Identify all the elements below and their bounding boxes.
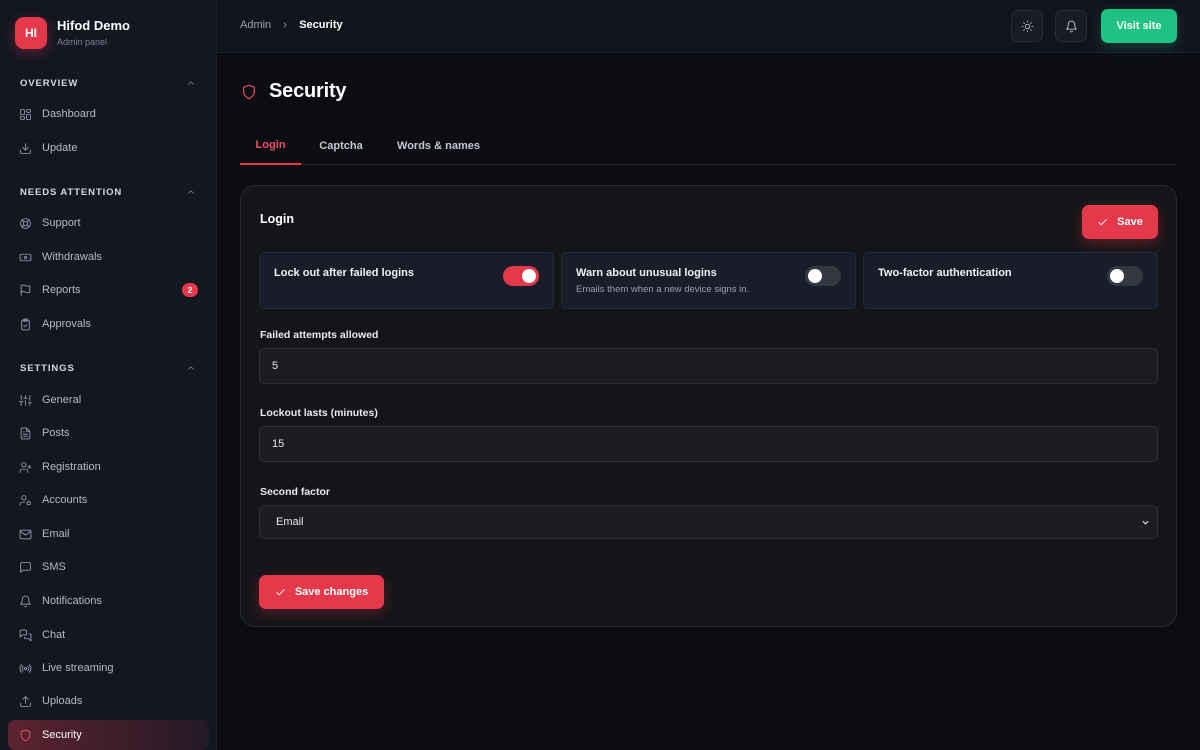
toggle-title: Two-factor authentication <box>878 267 1012 279</box>
tab-bar: Login Captcha Words & names <box>240 126 1177 165</box>
login-settings-card: Login Save Lock out after failed logins … <box>240 185 1177 627</box>
brand-name: Hifod Demo <box>57 18 130 33</box>
flag-icon <box>19 284 32 297</box>
sliders-icon <box>19 394 32 407</box>
save-changes-button[interactable]: Save changes <box>259 575 384 609</box>
sidebar-item-reports[interactable]: Reports 2 <box>8 275 209 305</box>
page-title: Security <box>241 80 347 103</box>
radio-icon <box>19 662 32 675</box>
user-cog-icon <box>19 494 32 507</box>
lockout-toggle-switch[interactable] <box>503 266 539 286</box>
brand[interactable]: HI Hifod Demo Admin panel <box>15 16 130 50</box>
messages-icon <box>19 629 32 642</box>
toggle-title: Warn about unusual logins <box>576 267 717 279</box>
brand-logo: HI <box>15 17 47 49</box>
message-square-icon <box>19 561 32 574</box>
second-factor-select[interactable]: Email <box>259 505 1158 539</box>
brand-subtitle: Admin panel <box>57 37 108 47</box>
section-header-overview[interactable]: OVERVIEW <box>20 76 196 90</box>
save-button[interactable]: Save <box>1082 205 1158 239</box>
lockout-duration-input[interactable] <box>259 426 1158 462</box>
user-plus-icon <box>19 461 32 474</box>
bell-icon <box>1065 20 1078 33</box>
sidebar-item-email[interactable]: Email <box>8 519 209 549</box>
download-icon <box>19 142 32 155</box>
sidebar: HI Hifod Demo Admin panel OVERVIEW Dashb… <box>0 0 217 750</box>
check-icon <box>275 587 286 598</box>
section-header-settings[interactable]: SETTINGS <box>20 361 196 375</box>
file-text-icon <box>19 427 32 440</box>
sidebar-item-support[interactable]: Support <box>8 208 209 238</box>
sidebar-item-chat[interactable]: Chat <box>8 620 209 650</box>
sidebar-item-sms[interactable]: SMS <box>8 552 209 582</box>
sidebar-item-registration[interactable]: Registration <box>8 452 209 482</box>
upload-icon <box>19 695 32 708</box>
reports-count-badge: 2 <box>182 283 198 297</box>
breadcrumb: Admin Security <box>240 19 343 31</box>
page-title-text: Security <box>269 80 347 102</box>
chevron-right-icon <box>280 20 290 30</box>
theme-toggle-button[interactable] <box>1011 10 1043 42</box>
breadcrumb-current: Security <box>299 19 343 31</box>
bell-icon <box>19 595 32 608</box>
sidebar-item-dashboard[interactable]: Dashboard <box>8 99 209 129</box>
chevron-up-icon <box>186 363 196 373</box>
sun-icon <box>1021 20 1034 33</box>
sidebar-item-security[interactable]: Security <box>8 720 209 750</box>
shield-icon <box>19 729 32 742</box>
check-icon <box>1097 217 1108 228</box>
tab-captcha[interactable]: Captcha <box>306 126 376 165</box>
sidebar-item-approvals[interactable]: Approvals <box>8 309 209 339</box>
chevron-down-icon <box>1140 517 1151 528</box>
second-factor-label: Second factor <box>260 486 331 498</box>
chevron-up-icon <box>186 78 196 88</box>
chevron-up-icon <box>186 187 196 197</box>
sidebar-item-posts[interactable]: Posts <box>8 418 209 448</box>
topbar: Admin Security Visit site <box>217 0 1200 53</box>
section-header-needs-attention[interactable]: NEEDS ATTENTION <box>20 185 196 199</box>
sidebar-item-notifications[interactable]: Notifications <box>8 586 209 616</box>
tab-words-names[interactable]: Words & names <box>390 126 487 165</box>
failed-attempts-label: Failed attempts allowed <box>260 329 379 341</box>
sidebar-item-withdrawals[interactable]: Withdrawals <box>8 242 209 272</box>
toggle-title: Lock out after failed logins <box>274 267 414 279</box>
visit-site-button[interactable]: Visit site <box>1101 9 1177 43</box>
sidebar-item-accounts[interactable]: Accounts <box>8 485 209 515</box>
tab-login[interactable]: Login <box>240 126 301 165</box>
unusual-logins-toggle-switch[interactable] <box>805 266 841 286</box>
lifebuoy-icon <box>19 217 32 230</box>
toggle-card-unusual-logins: Warn about unusual logins Emails them wh… <box>561 252 856 309</box>
sidebar-item-uploads[interactable]: Uploads <box>8 686 209 716</box>
failed-attempts-input[interactable] <box>259 348 1158 384</box>
sidebar-item-live-streaming[interactable]: Live streaming <box>8 653 209 683</box>
breadcrumb-admin-link[interactable]: Admin <box>240 19 271 31</box>
toggle-card-lockout: Lock out after failed logins <box>259 252 554 309</box>
sidebar-item-general[interactable]: General <box>8 385 209 415</box>
lockout-duration-label: Lockout lasts (minutes) <box>260 407 378 419</box>
shield-icon <box>241 84 257 100</box>
notifications-button[interactable] <box>1055 10 1087 42</box>
banknote-icon <box>19 251 32 264</box>
clipboard-check-icon <box>19 318 32 331</box>
dashboard-icon <box>19 108 32 121</box>
toggle-card-two-factor: Two-factor authentication <box>863 252 1158 309</box>
mail-icon <box>19 528 32 541</box>
sidebar-item-update[interactable]: Update <box>8 133 209 163</box>
toggle-description: Emails them when a new device signs in. <box>576 284 750 295</box>
two-factor-toggle-switch[interactable] <box>1107 266 1143 286</box>
card-title: Login <box>260 212 295 226</box>
second-factor-selected-value: Email <box>276 516 304 528</box>
